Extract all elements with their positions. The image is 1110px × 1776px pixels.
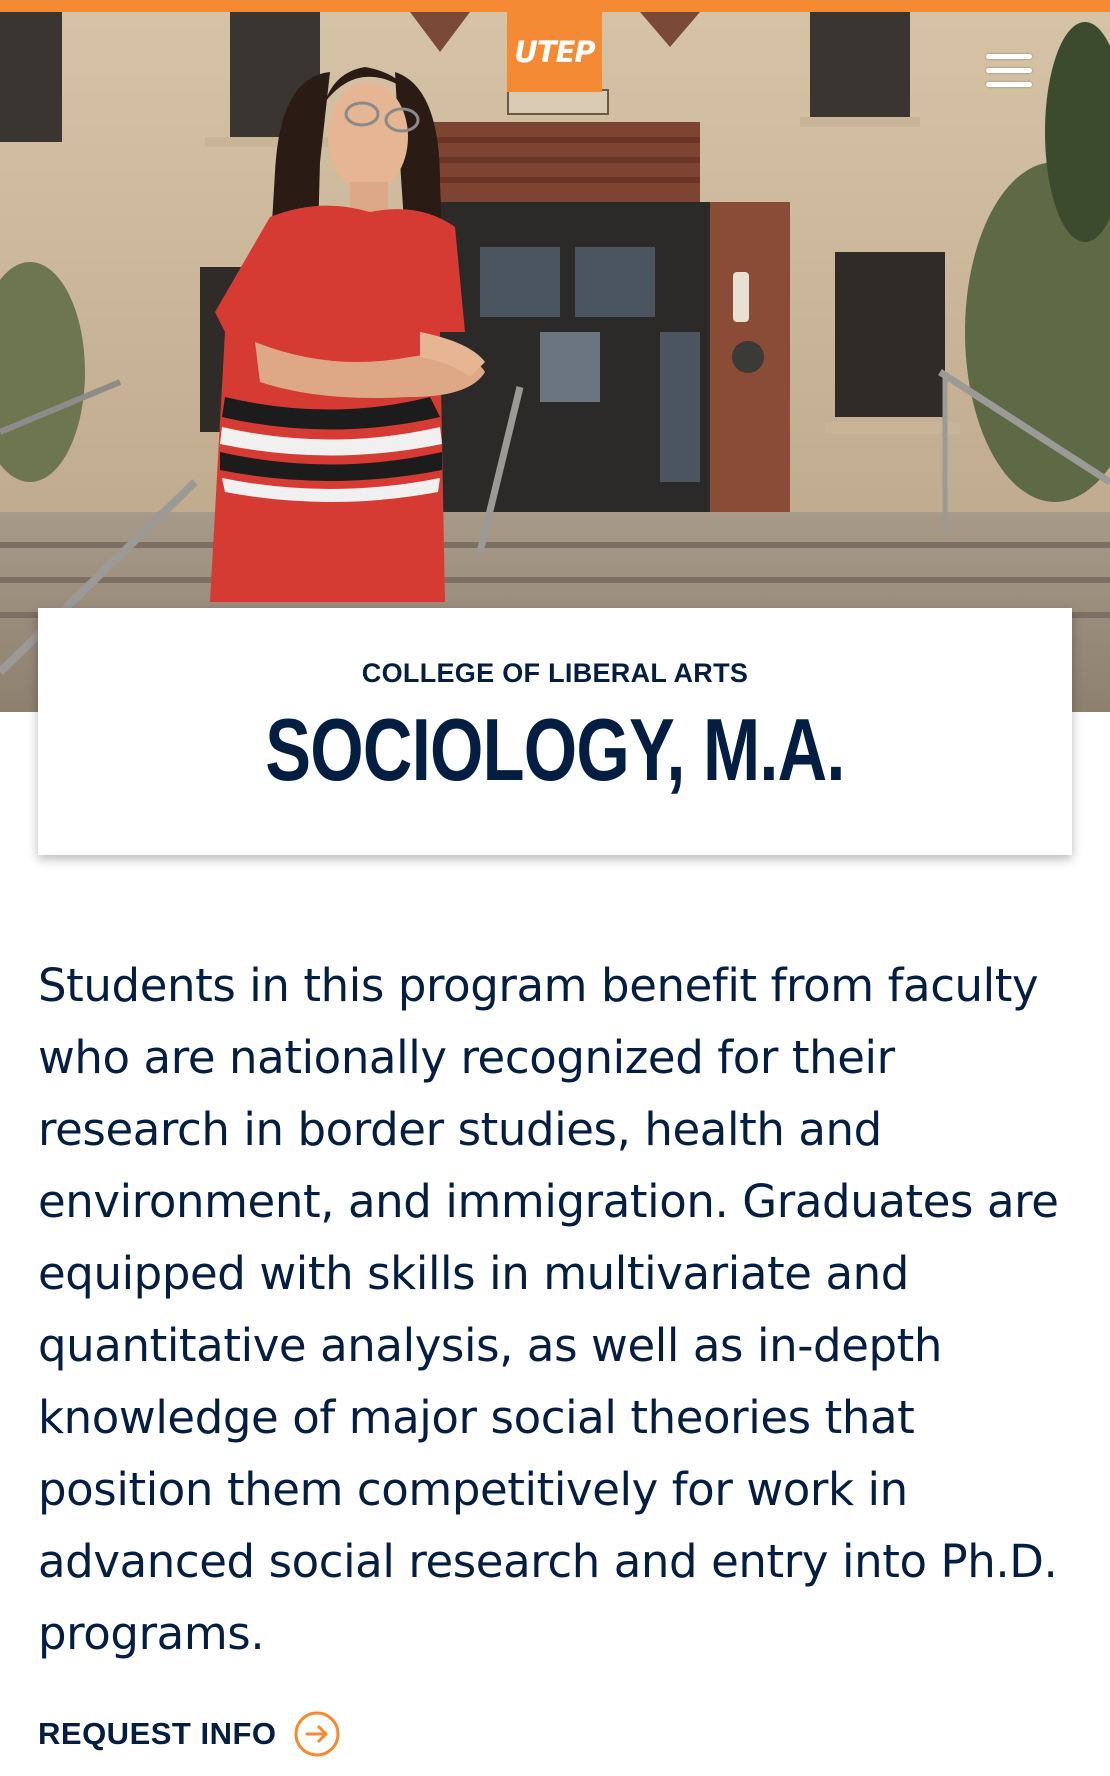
utep-logo[interactable]: UTEP: [507, 12, 602, 92]
logo-text: UTEP: [514, 35, 595, 69]
request-info-link[interactable]: REQUEST INFO: [38, 1708, 341, 1760]
program-title-card: COLLEGE OF LIBERAL ARTS SOCIOLOGY, M.A.: [38, 608, 1072, 855]
program-description: Students in this program benefit from fa…: [38, 959, 1059, 1660]
top-accent-bar: [0, 0, 1110, 12]
hamburger-menu-button[interactable]: [980, 50, 1036, 94]
request-info-label: REQUEST INFO: [38, 1716, 277, 1751]
arrow-right-circle-icon: [294, 1711, 340, 1757]
college-name: COLLEGE OF LIBERAL ARTS: [361, 658, 749, 688]
page-title: SOCIOLOGY, M.A.: [265, 700, 845, 799]
hero-image: [0, 12, 1110, 712]
